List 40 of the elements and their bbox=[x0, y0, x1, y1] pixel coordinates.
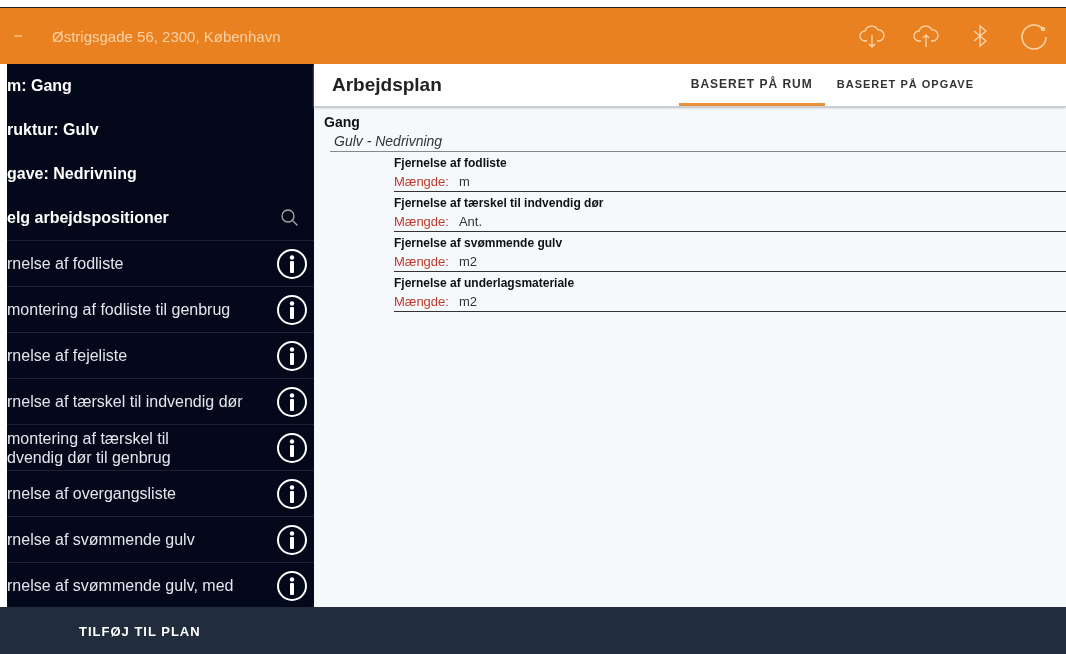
info-icon[interactable] bbox=[276, 569, 308, 602]
quantity-label: Mængde: bbox=[394, 253, 449, 271]
unit-text: Ant. bbox=[458, 213, 483, 231]
task-item[interactable]: rnelse af svømmende gulv bbox=[7, 530, 276, 549]
info-icon[interactable] bbox=[276, 431, 308, 464]
sidebar-heading: ruktur: Gulv bbox=[7, 121, 100, 139]
info-icon[interactable] bbox=[276, 293, 308, 326]
task-item[interactable]: rnelse af overgangsliste bbox=[7, 484, 276, 503]
unit-text: m2 bbox=[458, 253, 477, 271]
task-item[interactable]: rnelse af fejeliste bbox=[7, 346, 276, 365]
task-item[interactable]: rnelse af fodliste bbox=[7, 254, 276, 273]
task-item[interactable]: rnelse af tærskel til indvendig dør bbox=[7, 392, 276, 411]
task-item[interactable]: montering af tærskel til dvendig dør til genbrug bbox=[7, 428, 276, 467]
group-heading: Gulv - Nedrivning bbox=[330, 130, 1066, 152]
tab[interactable]: BASERET PÅ RUM bbox=[678, 64, 825, 106]
plan-item-name: Fjernelse af underlagsmateriale bbox=[394, 275, 576, 292]
plan-title: Arbejdsplan bbox=[331, 74, 443, 96]
info-icon[interactable] bbox=[276, 523, 308, 556]
info-icon[interactable] bbox=[276, 247, 308, 280]
task-item[interactable]: montering af fodliste til genbrug bbox=[7, 300, 276, 319]
search-icon[interactable] bbox=[280, 208, 300, 228]
quantity-label: Mængde: bbox=[394, 213, 449, 231]
unit-text: m2 bbox=[458, 293, 477, 311]
plan-item-name: Fjernelse af svømmende gulv bbox=[394, 235, 564, 252]
sidebar-heading: gave: Nedrivning bbox=[7, 165, 138, 183]
add-to-plan-button[interactable]: TILFØJ TIL PLAN bbox=[65, 615, 215, 647]
task-item[interactable]: rnelse af svømmende gulv, med bbox=[7, 576, 276, 595]
plan-item-name: Fjernelse af tærskel til indvendig dør bbox=[394, 195, 605, 212]
sidebar-heading: m: Gang bbox=[7, 77, 73, 95]
unit-text: m bbox=[458, 173, 470, 191]
room-heading: Gang bbox=[323, 113, 361, 130]
address-title: Østrigsgade 56, 2300, København bbox=[52, 27, 282, 45]
plan-item-name: Fjernelse af fodliste bbox=[394, 155, 508, 172]
tab[interactable]: BASERET PÅ OPGAVE bbox=[824, 64, 986, 106]
info-icon[interactable] bbox=[276, 477, 308, 510]
quantity-label: Mængde: bbox=[394, 173, 449, 191]
quantity-label: Mængde: bbox=[394, 293, 449, 311]
info-icon[interactable] bbox=[276, 339, 308, 372]
sidebar-heading: elg arbejdspositioner bbox=[7, 209, 170, 227]
info-icon[interactable] bbox=[276, 385, 308, 418]
